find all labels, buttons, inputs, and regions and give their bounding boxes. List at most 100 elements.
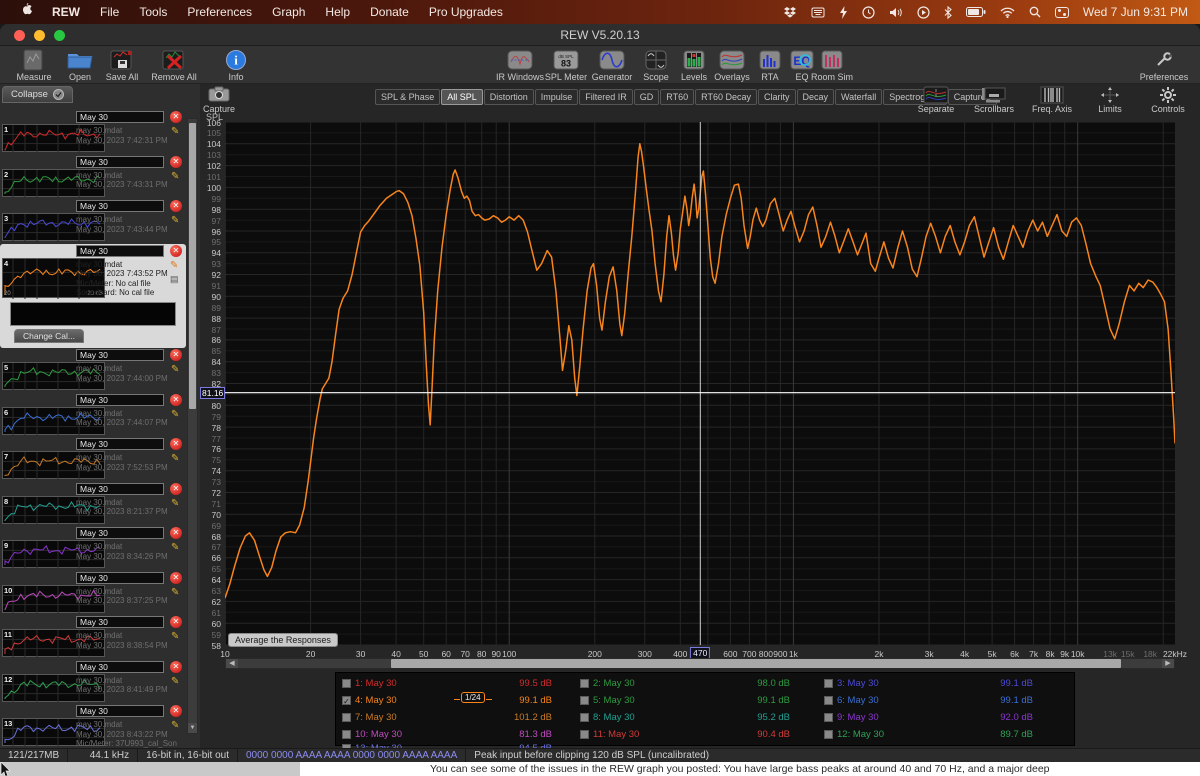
legend-label[interactable]: 7: May 30: [355, 712, 397, 723]
legend-checkbox[interactable]: [824, 713, 833, 722]
measurement-entry-7[interactable]: ✕ 7may 30.mdatMay 30, 2023 7:52:53 PM✎: [0, 437, 186, 481]
measurement-entry-9[interactable]: ✕ 9may 30.mdatMay 30, 2023 8:34:26 PM✎: [0, 526, 186, 570]
search-icon[interactable]: [1029, 6, 1041, 18]
delete-measurement-icon[interactable]: ✕: [170, 111, 182, 123]
menu-item-pro-upgrades[interactable]: Pro Upgrades: [419, 0, 513, 24]
freq-axis-button[interactable]: Freq. Axis: [1028, 86, 1076, 114]
menu-item-rew[interactable]: REW: [42, 0, 90, 24]
preferences-button[interactable]: Preferences: [1136, 49, 1192, 82]
battery-icon[interactable]: [966, 7, 986, 17]
legend-checkbox[interactable]: [342, 730, 351, 739]
average-responses-button[interactable]: Average the Responses: [228, 633, 338, 647]
legend-label[interactable]: 1: May 30: [355, 678, 397, 689]
measurement-entry-13[interactable]: ✕ 13may 30.mdatMay 30, 2023 8:43:22 PMMi…: [0, 704, 186, 748]
window-title-bar[interactable]: REW V5.20.13: [0, 24, 1200, 46]
delete-measurement-icon[interactable]: ✕: [170, 156, 182, 168]
measure-button[interactable]: Measure: [8, 49, 60, 82]
graph-horizontal-scrollbar[interactable]: ◀ ▶: [225, 658, 1175, 669]
keyboard-icon[interactable]: [811, 7, 825, 18]
legend-checkbox[interactable]: [580, 696, 589, 705]
edit-measurement-icon[interactable]: ✎: [171, 498, 179, 509]
menu-item-tools[interactable]: Tools: [129, 0, 177, 24]
save-all-button[interactable]: Save All: [96, 49, 148, 82]
tab-decay[interactable]: Decay: [797, 89, 835, 105]
limits-button[interactable]: Limits: [1086, 86, 1134, 114]
delete-measurement-icon[interactable]: ✕: [170, 245, 182, 257]
controls-button[interactable]: Controls: [1144, 86, 1192, 114]
legend-checkbox[interactable]: [824, 730, 833, 739]
tab-gd[interactable]: GD: [634, 89, 660, 105]
measurement-name-input[interactable]: [76, 616, 164, 628]
tab-distortion[interactable]: Distortion: [484, 89, 534, 105]
play-icon[interactable]: [917, 6, 930, 19]
edit-measurement-icon[interactable]: ✎: [171, 720, 179, 731]
clock-icon[interactable]: [862, 6, 875, 19]
measurement-name-input[interactable]: [76, 438, 164, 450]
tab-waterfall[interactable]: Waterfall: [835, 89, 882, 105]
measurement-entry-3[interactable]: ✕ 3may 30.mdatMay 30, 2023 7:43:44 PM✎: [0, 199, 186, 243]
remove-all-button[interactable]: Remove All: [148, 49, 200, 82]
legend-checkbox[interactable]: [580, 730, 589, 739]
sidebar-scrollbar-thumb[interactable]: [189, 123, 196, 409]
tab-filtered-ir[interactable]: Filtered IR: [579, 89, 633, 105]
menu-item-graph[interactable]: Graph: [262, 0, 315, 24]
delete-measurement-icon[interactable]: ✕: [170, 661, 182, 673]
collapse-button[interactable]: Collapse: [2, 86, 73, 103]
legend-checkbox[interactable]: [580, 679, 589, 688]
measurement-name-input[interactable]: [76, 156, 164, 168]
legend-checkbox[interactable]: [824, 696, 833, 705]
measurement-name-input[interactable]: [76, 111, 164, 123]
legend-checkbox[interactable]: [342, 713, 351, 722]
legend-label[interactable]: 2: May 30: [593, 678, 635, 689]
edit-measurement-icon[interactable]: ✎: [171, 587, 179, 598]
legend-checkbox[interactable]: [342, 679, 351, 688]
delete-measurement-icon[interactable]: ✕: [170, 705, 182, 717]
measurement-entry-6[interactable]: ✕ 6may 30.mdatMay 30, 2023 7:44:07 PM✎: [0, 393, 186, 437]
menu-item-help[interactable]: Help: [315, 0, 360, 24]
edit-measurement-icon[interactable]: ✎: [171, 631, 179, 642]
wifi-icon[interactable]: [1000, 7, 1015, 18]
delete-measurement-icon[interactable]: ✕: [170, 616, 182, 628]
legend-checkbox[interactable]: [580, 713, 589, 722]
volume-icon[interactable]: [889, 7, 903, 18]
edit-measurement-icon[interactable]: ✎: [171, 171, 179, 182]
change-cal-button[interactable]: Change Cal...: [14, 329, 84, 343]
measurement-entry-4[interactable]: ✕ 42020 dBmay 30.mdatMay 30, 2023 7:43:5…: [0, 244, 186, 348]
tab-impulse[interactable]: Impulse: [535, 89, 579, 105]
measurement-name-input[interactable]: [76, 527, 164, 539]
edit-measurement-icon[interactable]: ✎: [171, 126, 179, 137]
legend-label[interactable]: 12: May 30: [837, 729, 884, 740]
legend-label[interactable]: 10: May 30: [355, 729, 402, 740]
edit-measurement-icon[interactable]: ✎: [171, 215, 179, 226]
notes-box[interactable]: [10, 302, 176, 326]
delete-measurement-icon[interactable]: ✕: [170, 483, 182, 495]
menu-item-file[interactable]: File: [90, 0, 129, 24]
delete-measurement-icon[interactable]: ✕: [170, 572, 182, 584]
legend-checkbox[interactable]: ✓: [342, 696, 351, 705]
measurement-name-input[interactable]: [76, 200, 164, 212]
menu-clock[interactable]: Wed 7 Jun 9:31 PM: [1083, 5, 1188, 19]
legend-label[interactable]: 11: May 30: [593, 729, 639, 740]
measurement-entry-8[interactable]: ✕ 8may 30.mdatMay 30, 2023 8:21:37 PM✎: [0, 482, 186, 526]
measurement-entry-11[interactable]: ✕ 11may 30.mdatMay 30, 2023 8:38:54 PM✎: [0, 615, 186, 659]
edit-measurement-icon[interactable]: ✎: [171, 364, 179, 375]
delete-measurement-icon[interactable]: ✕: [170, 527, 182, 539]
graph-scrollbar-thumb[interactable]: [391, 659, 1121, 668]
scroll-left-arrow[interactable]: ◀: [226, 659, 238, 668]
menu-item-preferences[interactable]: Preferences: [177, 0, 262, 24]
legend-label[interactable]: 6: May 30: [837, 695, 879, 706]
scrollbars-button[interactable]: Scrollbars: [970, 86, 1018, 114]
measurement-name-input[interactable]: [76, 245, 164, 257]
tab-clarity[interactable]: Clarity: [758, 89, 796, 105]
edit-measurement-icon[interactable]: ✎: [171, 453, 179, 464]
delete-measurement-icon[interactable]: ✕: [170, 349, 182, 361]
menu-item-donate[interactable]: Donate: [360, 0, 419, 24]
sidebar-scrollbar[interactable]: ▼: [187, 118, 198, 734]
measurement-name-input[interactable]: [76, 394, 164, 406]
edit-measurement-icon[interactable]: ✎: [171, 676, 179, 687]
measurement-entry-2[interactable]: ✕ 2may 30.mdatMay 30, 2023 7:43:31 PM✎: [0, 155, 186, 199]
separate-button[interactable]: Separate: [912, 86, 960, 114]
delete-measurement-icon[interactable]: ✕: [170, 438, 182, 450]
spl-meter-button[interactable]: dB SPL83 SPL Meter: [540, 49, 592, 82]
measurement-name-input[interactable]: [76, 483, 164, 495]
